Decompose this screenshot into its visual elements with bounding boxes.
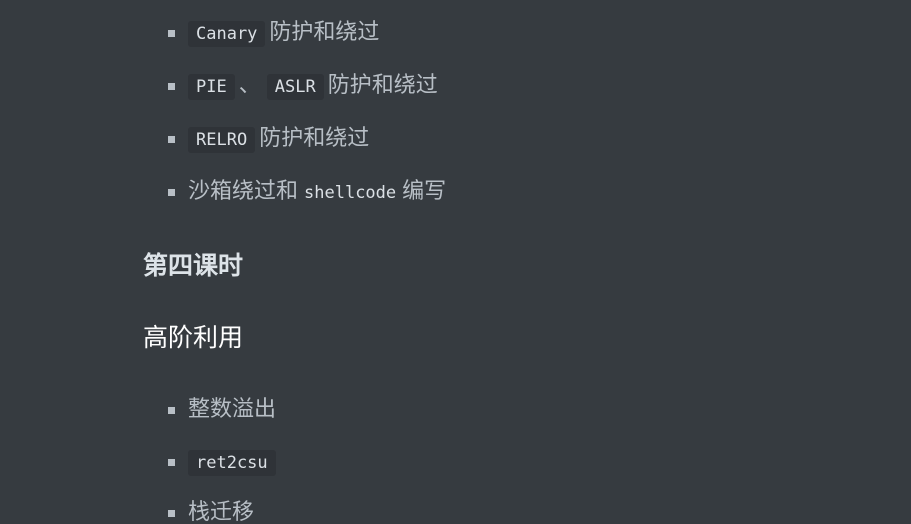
list-item-text: 沙箱绕过和 bbox=[188, 179, 299, 204]
separator-text: 、 bbox=[238, 73, 261, 98]
bullet-icon bbox=[168, 459, 175, 466]
list-item: 整数溢出 bbox=[143, 394, 276, 426]
list-item: ret2csu bbox=[143, 446, 280, 479]
list-item: 栈迁移 bbox=[143, 497, 254, 524]
list-item-text: 防护和绕过 bbox=[327, 73, 438, 98]
list-item-text: 防护和绕过 bbox=[259, 126, 370, 151]
list-item-text: 整数溢出 bbox=[188, 397, 277, 422]
list-item-text: 栈迁移 bbox=[188, 500, 255, 524]
list-item: 沙箱绕过和 shellcode 编写 bbox=[143, 176, 446, 209]
section-heading: 高阶利用 bbox=[143, 323, 244, 352]
lesson-heading: 第四课时 bbox=[143, 251, 244, 280]
inline-code: PIE bbox=[188, 74, 235, 100]
bullet-icon bbox=[168, 83, 175, 90]
bullet-icon bbox=[168, 30, 175, 37]
list-item-text: 防护和绕过 bbox=[269, 20, 380, 45]
list-item: RELRO 防护和绕过 bbox=[143, 123, 369, 156]
bullet-icon bbox=[168, 136, 175, 143]
inline-code: shellcode bbox=[304, 183, 397, 203]
bullet-icon bbox=[168, 407, 175, 414]
list-item: PIE、 ASLR 防护和绕过 bbox=[143, 70, 438, 103]
inline-code: Canary bbox=[188, 21, 266, 47]
inline-code: ret2csu bbox=[188, 450, 276, 476]
list-item-text: 编写 bbox=[402, 179, 447, 204]
list-item: Canary 防护和绕过 bbox=[143, 17, 379, 50]
bullet-icon bbox=[168, 189, 175, 196]
inline-code: ASLR bbox=[266, 74, 324, 100]
bullet-icon bbox=[168, 510, 175, 517]
inline-code: RELRO bbox=[188, 127, 256, 153]
